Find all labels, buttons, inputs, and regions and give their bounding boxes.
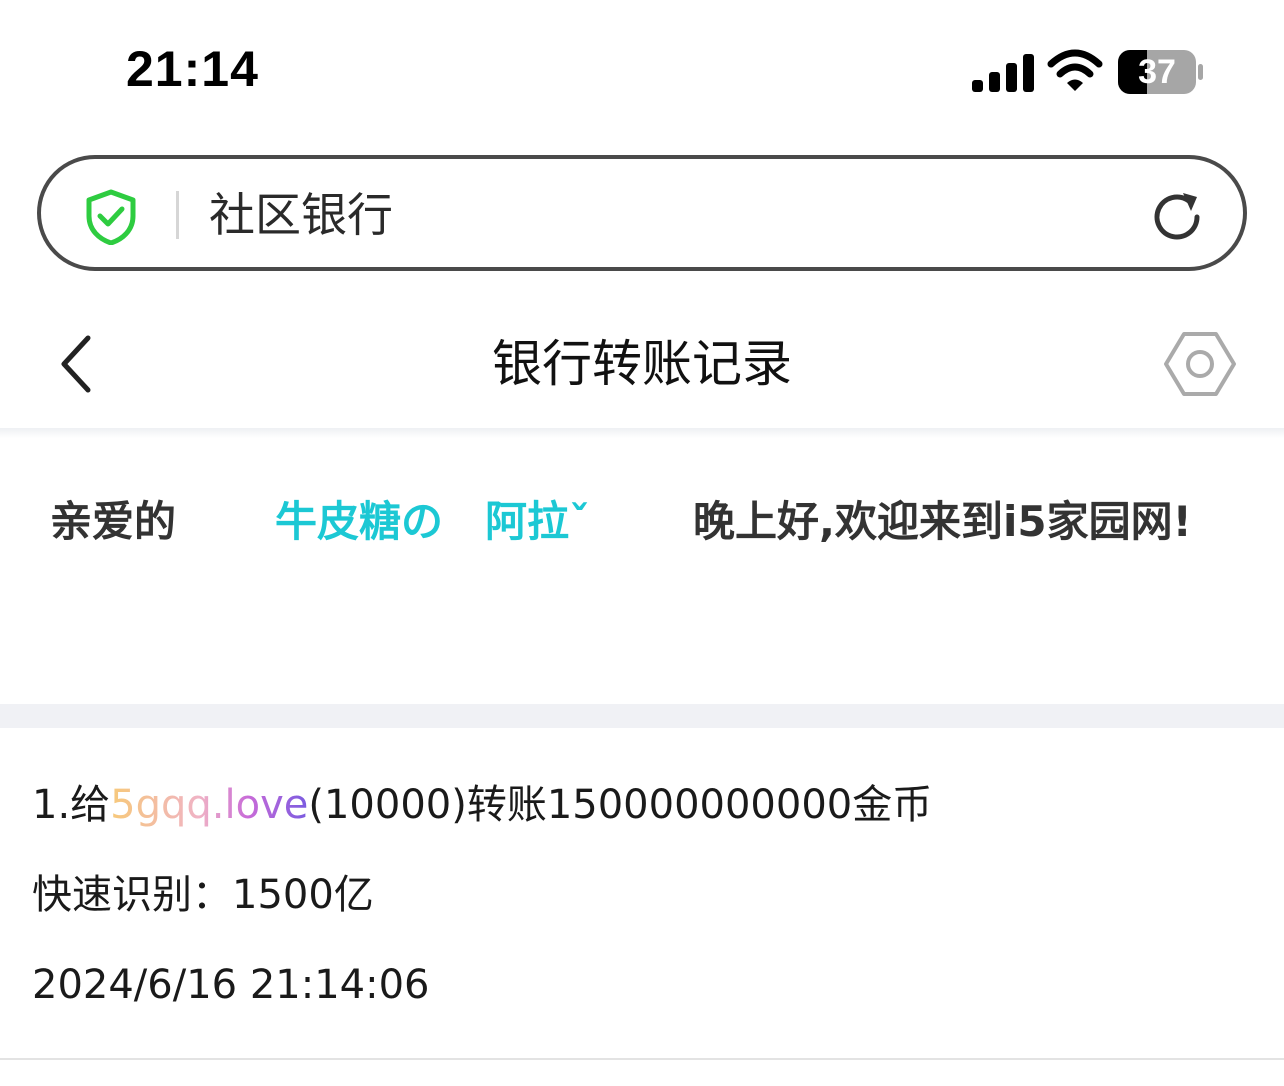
screen: 21:14 37 社区银行 银行转账记录 亲爱的 牛皮糖の 阿拉ˇ 晚上好,欢迎… — [0, 0, 1284, 1086]
shield-check-icon — [86, 189, 136, 245]
record-summary: 1.给5gqq.love(10000)转账150000000000金币 — [32, 760, 1252, 850]
record-detail: (10000)转账150000000000金币 — [308, 782, 933, 828]
greeting-suffix: 晚上好,欢迎来到i5家园网! — [693, 497, 1192, 546]
settings-icon[interactable] — [1162, 326, 1238, 402]
status-bar: 21:14 37 — [0, 0, 1284, 140]
status-time: 21:14 — [126, 41, 259, 97]
record-timestamp: 2024/6/16 21:14:06 — [32, 962, 430, 1008]
address-bar[interactable]: 社区银行 — [37, 155, 1247, 271]
back-icon[interactable] — [56, 332, 100, 396]
battery-level: 37 — [1138, 53, 1176, 91]
user-name[interactable]: 牛皮糖の 阿拉ˇ — [275, 476, 693, 568]
nav-header: 银行转账记录 — [0, 300, 1284, 428]
section-separator — [0, 704, 1284, 728]
greeting-message: 亲爱的 牛皮糖の 阿拉ˇ 晚上好,欢迎来到i5家园网! — [50, 476, 1250, 568]
bottom-divider — [0, 1058, 1284, 1060]
nav-shadow — [0, 428, 1284, 438]
greeting-prefix: 亲爱的 — [50, 497, 177, 546]
address-text[interactable]: 社区银行 — [209, 185, 393, 245]
address-divider — [176, 191, 179, 239]
transfer-record: 1.给5gqq.love(10000)转账150000000000金币 快速识别… — [32, 760, 1252, 1030]
signal-icon — [972, 54, 1034, 92]
quick-recognition: 快速识别：1500亿 — [32, 872, 374, 918]
record-prefix: 1.给 — [32, 782, 111, 828]
page-title: 银行转账记录 — [492, 335, 792, 393]
recipient-name[interactable]: 5gqq.love — [110, 782, 308, 828]
wifi-icon — [1047, 49, 1103, 91]
reload-icon[interactable] — [1147, 187, 1207, 247]
